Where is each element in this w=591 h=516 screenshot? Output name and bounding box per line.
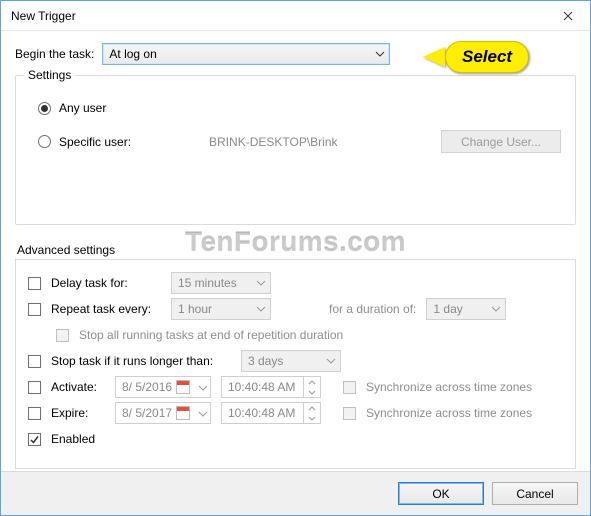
expire-sync-checkbox (343, 407, 356, 420)
chevron-down-icon (326, 358, 336, 364)
settings-group: Settings Any user Specific user: BRINK-D… (15, 75, 576, 225)
chevron-down-icon (256, 280, 266, 286)
duration-dropdown: 1 day (426, 298, 506, 320)
chevron-down-icon (491, 306, 501, 312)
window-title: New Trigger (11, 9, 76, 23)
chevron-down-icon (256, 306, 266, 312)
chevron-down-icon (198, 380, 208, 394)
expire-checkbox[interactable] (28, 407, 41, 420)
expire-date-input: 8/ 5/2017 (115, 402, 211, 424)
dialog-footer: OK Cancel (1, 471, 590, 515)
spinner-icon (303, 403, 320, 423)
close-button[interactable] (545, 1, 590, 30)
activate-sync-checkbox (343, 381, 356, 394)
delay-label: Delay task for: (51, 276, 161, 290)
repeat-checkbox[interactable] (28, 303, 41, 316)
specific-user-label: Specific user: (59, 135, 131, 149)
ok-button[interactable]: OK (398, 482, 484, 505)
activate-sync-label: Synchronize across time zones (366, 380, 532, 394)
delay-dropdown: 15 minutes (171, 272, 271, 294)
select-callout: Select (423, 41, 529, 73)
activate-checkbox[interactable] (28, 381, 41, 394)
any-user-radio[interactable] (38, 102, 51, 115)
advanced-settings-group: Delay task for: 15 minutes Repeat task e… (15, 259, 576, 469)
new-trigger-dialog: New Trigger Select TenForums.com Begin t… (0, 0, 591, 516)
callout-text: Select (445, 41, 529, 73)
calendar-icon (176, 380, 190, 394)
chevron-down-icon (375, 51, 385, 57)
stop-running-checkbox (56, 329, 69, 342)
stop-running-label: Stop all running tasks at end of repetit… (79, 328, 343, 342)
activate-time-input: 10:40:48 AM (221, 376, 321, 398)
repeat-label: Repeat task every: (51, 302, 161, 316)
expire-label: Expire: (51, 406, 105, 420)
specific-user-value: BRINK-DESKTOP\Brink (209, 135, 433, 149)
change-user-button: Change User... (441, 130, 561, 153)
advanced-legend: Advanced settings (17, 243, 576, 257)
begin-task-dropdown[interactable]: At log on (102, 43, 390, 65)
stop-longer-label: Stop task if it runs longer than: (51, 354, 231, 368)
begin-task-value: At log on (109, 47, 156, 61)
duration-label: for a duration of: (329, 302, 416, 316)
delay-checkbox[interactable] (28, 277, 41, 290)
repeat-dropdown: 1 hour (171, 298, 271, 320)
settings-legend: Settings (24, 68, 75, 82)
chevron-down-icon (198, 406, 208, 420)
calendar-icon (176, 406, 190, 420)
titlebar: New Trigger (1, 1, 590, 31)
cancel-button[interactable]: Cancel (492, 482, 578, 505)
expire-time-input: 10:40:48 AM (221, 402, 321, 424)
spinner-icon (303, 377, 320, 397)
expire-sync-label: Synchronize across time zones (366, 406, 532, 420)
activate-date-input: 8/ 5/2016 (115, 376, 211, 398)
dialog-content: Begin the task: At log on Settings Any u… (1, 31, 590, 469)
any-user-label: Any user (59, 101, 106, 115)
activate-label: Activate: (51, 380, 105, 394)
begin-task-label: Begin the task: (15, 47, 94, 61)
specific-user-radio[interactable] (38, 135, 51, 148)
stop-longer-dropdown: 3 days (241, 350, 341, 372)
enabled-checkbox[interactable] (28, 433, 41, 446)
stop-longer-checkbox[interactable] (28, 355, 41, 368)
enabled-label: Enabled (51, 432, 95, 446)
